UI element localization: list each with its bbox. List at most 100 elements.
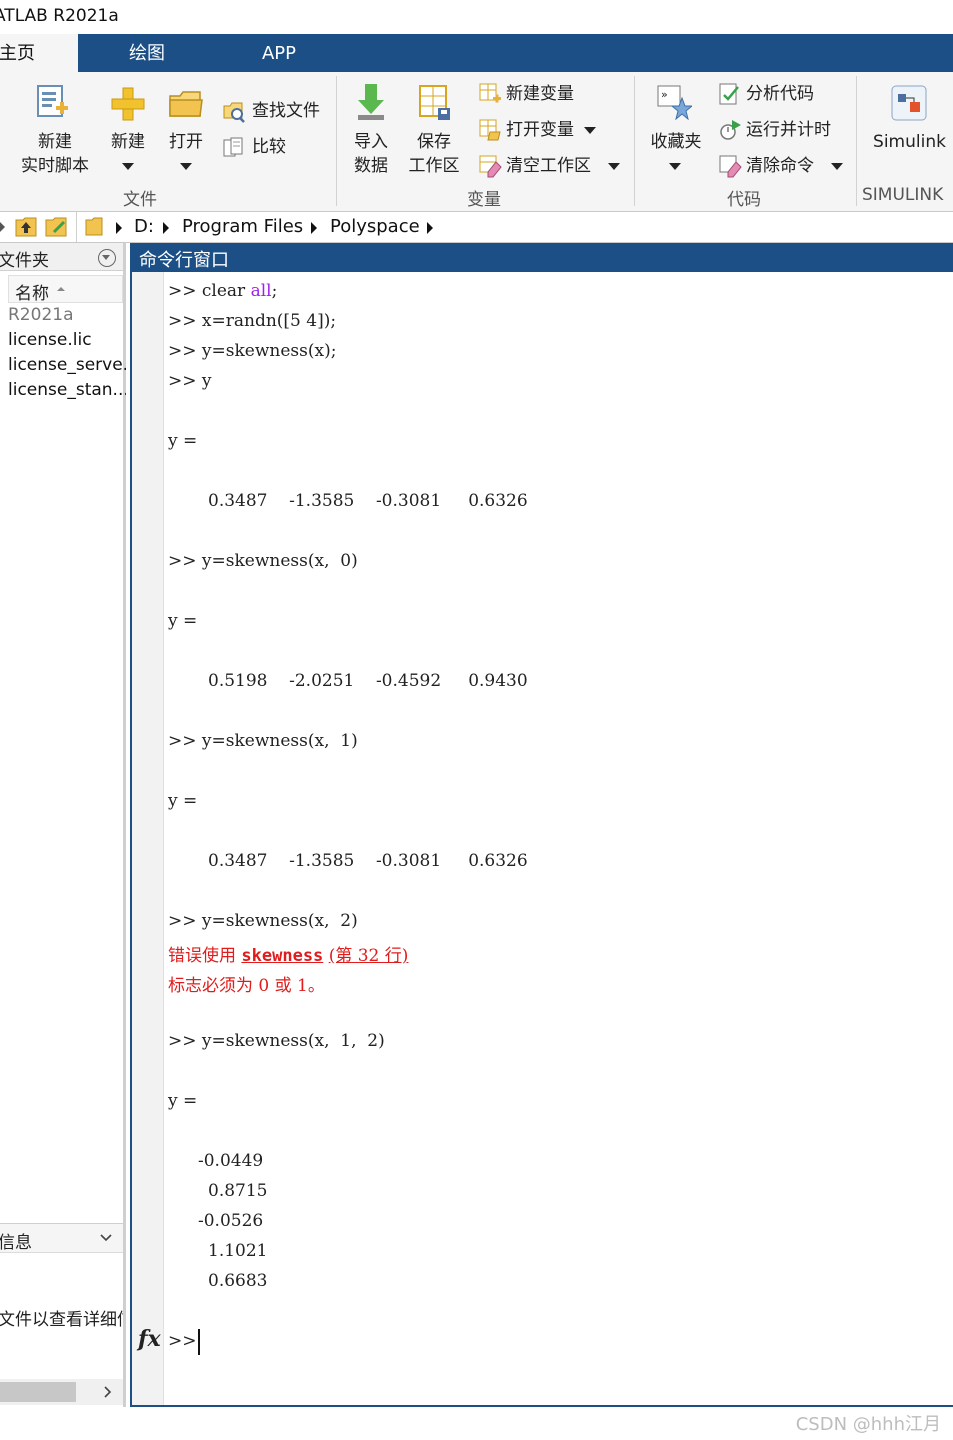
output-values: 0.5198 -2.0251 -0.4592 0.9430 [208,671,528,691]
compare-label: 比较 [252,137,286,157]
breadcrumb-separator-icon [116,222,122,234]
command-window-header: 命令行窗口 [132,243,953,272]
breadcrumb-separator-icon[interactable] [427,222,433,234]
breadcrumb-separator-icon [311,222,317,234]
analyze-code-button[interactable]: 分析代码 [746,82,814,106]
tab-plots-label: 绘图 [129,43,165,64]
address-bar: D: Program Files Polyspace [0,212,953,243]
function-browser-icon[interactable]: fx [138,1326,161,1352]
open-variable-dropdown-icon[interactable] [584,127,596,134]
import-data-button[interactable]: 导入 数据 [346,130,396,178]
folder-icon [84,217,106,239]
file-item[interactable]: license.lic [8,330,126,350]
output-value: 1.1021 [208,1241,268,1261]
tab-home[interactable]: 主页 [0,34,78,72]
new-variable-button[interactable]: 新建变量 [506,82,574,106]
output-line: y = [168,611,198,631]
clear-commands-icon [718,154,742,178]
breadcrumb-polyspace[interactable]: Polyspace [330,216,420,237]
text-cursor [198,1329,200,1355]
error-line-link[interactable]: (第 32 行) [329,946,409,966]
output-values: 0.3487 -1.3585 -0.3081 0.6326 [208,491,528,511]
back-arrow-icon[interactable] [0,222,5,232]
favorites-icon: » [656,84,694,124]
name-column-header[interactable]: 名称 [8,275,123,304]
find-files-icon [222,100,245,123]
output-value: 0.6683 [208,1271,268,1291]
clear-workspace-label: 清空工作区 [506,156,591,176]
save-workspace-label-1: 保存 [417,132,451,152]
run-and-time-button[interactable]: 运行并计时 [746,118,831,142]
clear-commands-dropdown-icon[interactable] [831,163,843,170]
favorites-button[interactable]: 收藏夹 [644,130,708,154]
details-text: 文件以查看详细信息 [0,1310,123,1330]
command-line: >> clear all; [168,281,278,301]
open-button[interactable]: 打开 [162,130,210,154]
run-and-time-label: 运行并计时 [746,120,831,140]
file-item[interactable]: license_stan... [8,380,126,400]
current-folder-title: 文件夹 [0,251,49,271]
new-live-script-label-2: 实时脚本 [21,156,89,176]
panel-menu-icon[interactable] [98,249,116,267]
output-line: y = [168,1091,198,1111]
error-function-link[interactable]: skewness [241,946,323,966]
ribbon-separator [336,76,337,206]
clear-workspace-button[interactable]: 清空工作区 [506,154,591,178]
clear-workspace-icon [478,154,502,178]
tab-plots[interactable]: 绘图 [110,34,184,72]
output-values: 0.3487 -1.3585 -0.3081 0.6326 [208,851,528,871]
output-value: 0.8715 [208,1181,268,1201]
open-label: 打开 [169,132,203,152]
file-item[interactable]: license_serve... [8,355,126,375]
address-separator [76,212,77,242]
details-title: 信息 [0,1233,32,1253]
command-line: >> y=skewness(x, 2) [168,911,358,931]
chevron-down-icon[interactable] [100,1234,112,1242]
title-bar: ATLAB R2021a [0,0,953,34]
simulink-button[interactable]: Simulink [866,130,953,154]
ribbon-separator [634,76,635,206]
clear-commands-button[interactable]: 清除命令 [746,154,814,178]
import-data-label-2: 数据 [354,156,388,176]
up-folder-icon[interactable] [14,216,37,238]
browse-folder-icon[interactable] [44,216,67,238]
new-live-script-button[interactable]: 新建 实时脚本 [14,130,96,178]
file-group-label: 文件 [123,190,157,210]
output-value: -0.0526 [198,1211,264,1231]
breadcrumb-separator-icon [163,222,169,234]
open-folder-icon [168,90,204,124]
breadcrumb-drive[interactable]: D: [134,216,154,237]
save-workspace-button[interactable]: 保存 工作区 [404,130,464,178]
clear-workspace-dropdown-icon[interactable] [608,163,620,170]
open-dropdown-icon[interactable] [180,163,192,170]
command-prompt: >> [168,1331,197,1351]
import-data-label-1: 导入 [354,132,388,152]
new-dropdown-icon[interactable] [122,163,134,170]
new-plus-icon [110,86,146,126]
find-files-button[interactable]: 查找文件 [252,99,320,123]
command-window[interactable]: 命令行窗口 >> clear all; >> x=randn([5 4]); >… [130,243,953,1407]
new-button[interactable]: 新建 [104,130,152,154]
name-column-label: 名称 [15,284,49,304]
file-item[interactable]: R2021a [8,305,126,325]
analyze-code-icon [718,82,740,105]
svg-text:»: » [661,88,668,101]
import-data-icon [354,82,388,126]
favorites-dropdown-icon[interactable] [669,163,681,170]
open-variable-button[interactable]: 打开变量 [506,118,574,142]
horizontal-scrollbar[interactable] [0,1379,123,1405]
save-workspace-label-2: 工作区 [408,156,460,176]
details-header[interactable]: 信息 [0,1223,123,1253]
output-value: -0.0449 [198,1151,264,1171]
compare-button[interactable]: 比较 [252,135,286,159]
scrollbar-thumb[interactable] [0,1382,76,1402]
chevron-right-icon[interactable] [104,1386,112,1398]
current-folder-header: 文件夹 [0,243,123,271]
command-line: >> y=skewness(x); [168,341,337,361]
new-variable-icon [478,82,501,104]
open-variable-icon [478,118,501,141]
command-line: >> x=randn([5 4]); [168,311,337,331]
breadcrumb-program-files[interactable]: Program Files [182,216,303,237]
window-title: ATLAB R2021a [0,6,119,26]
tab-apps[interactable]: APP [240,34,318,72]
